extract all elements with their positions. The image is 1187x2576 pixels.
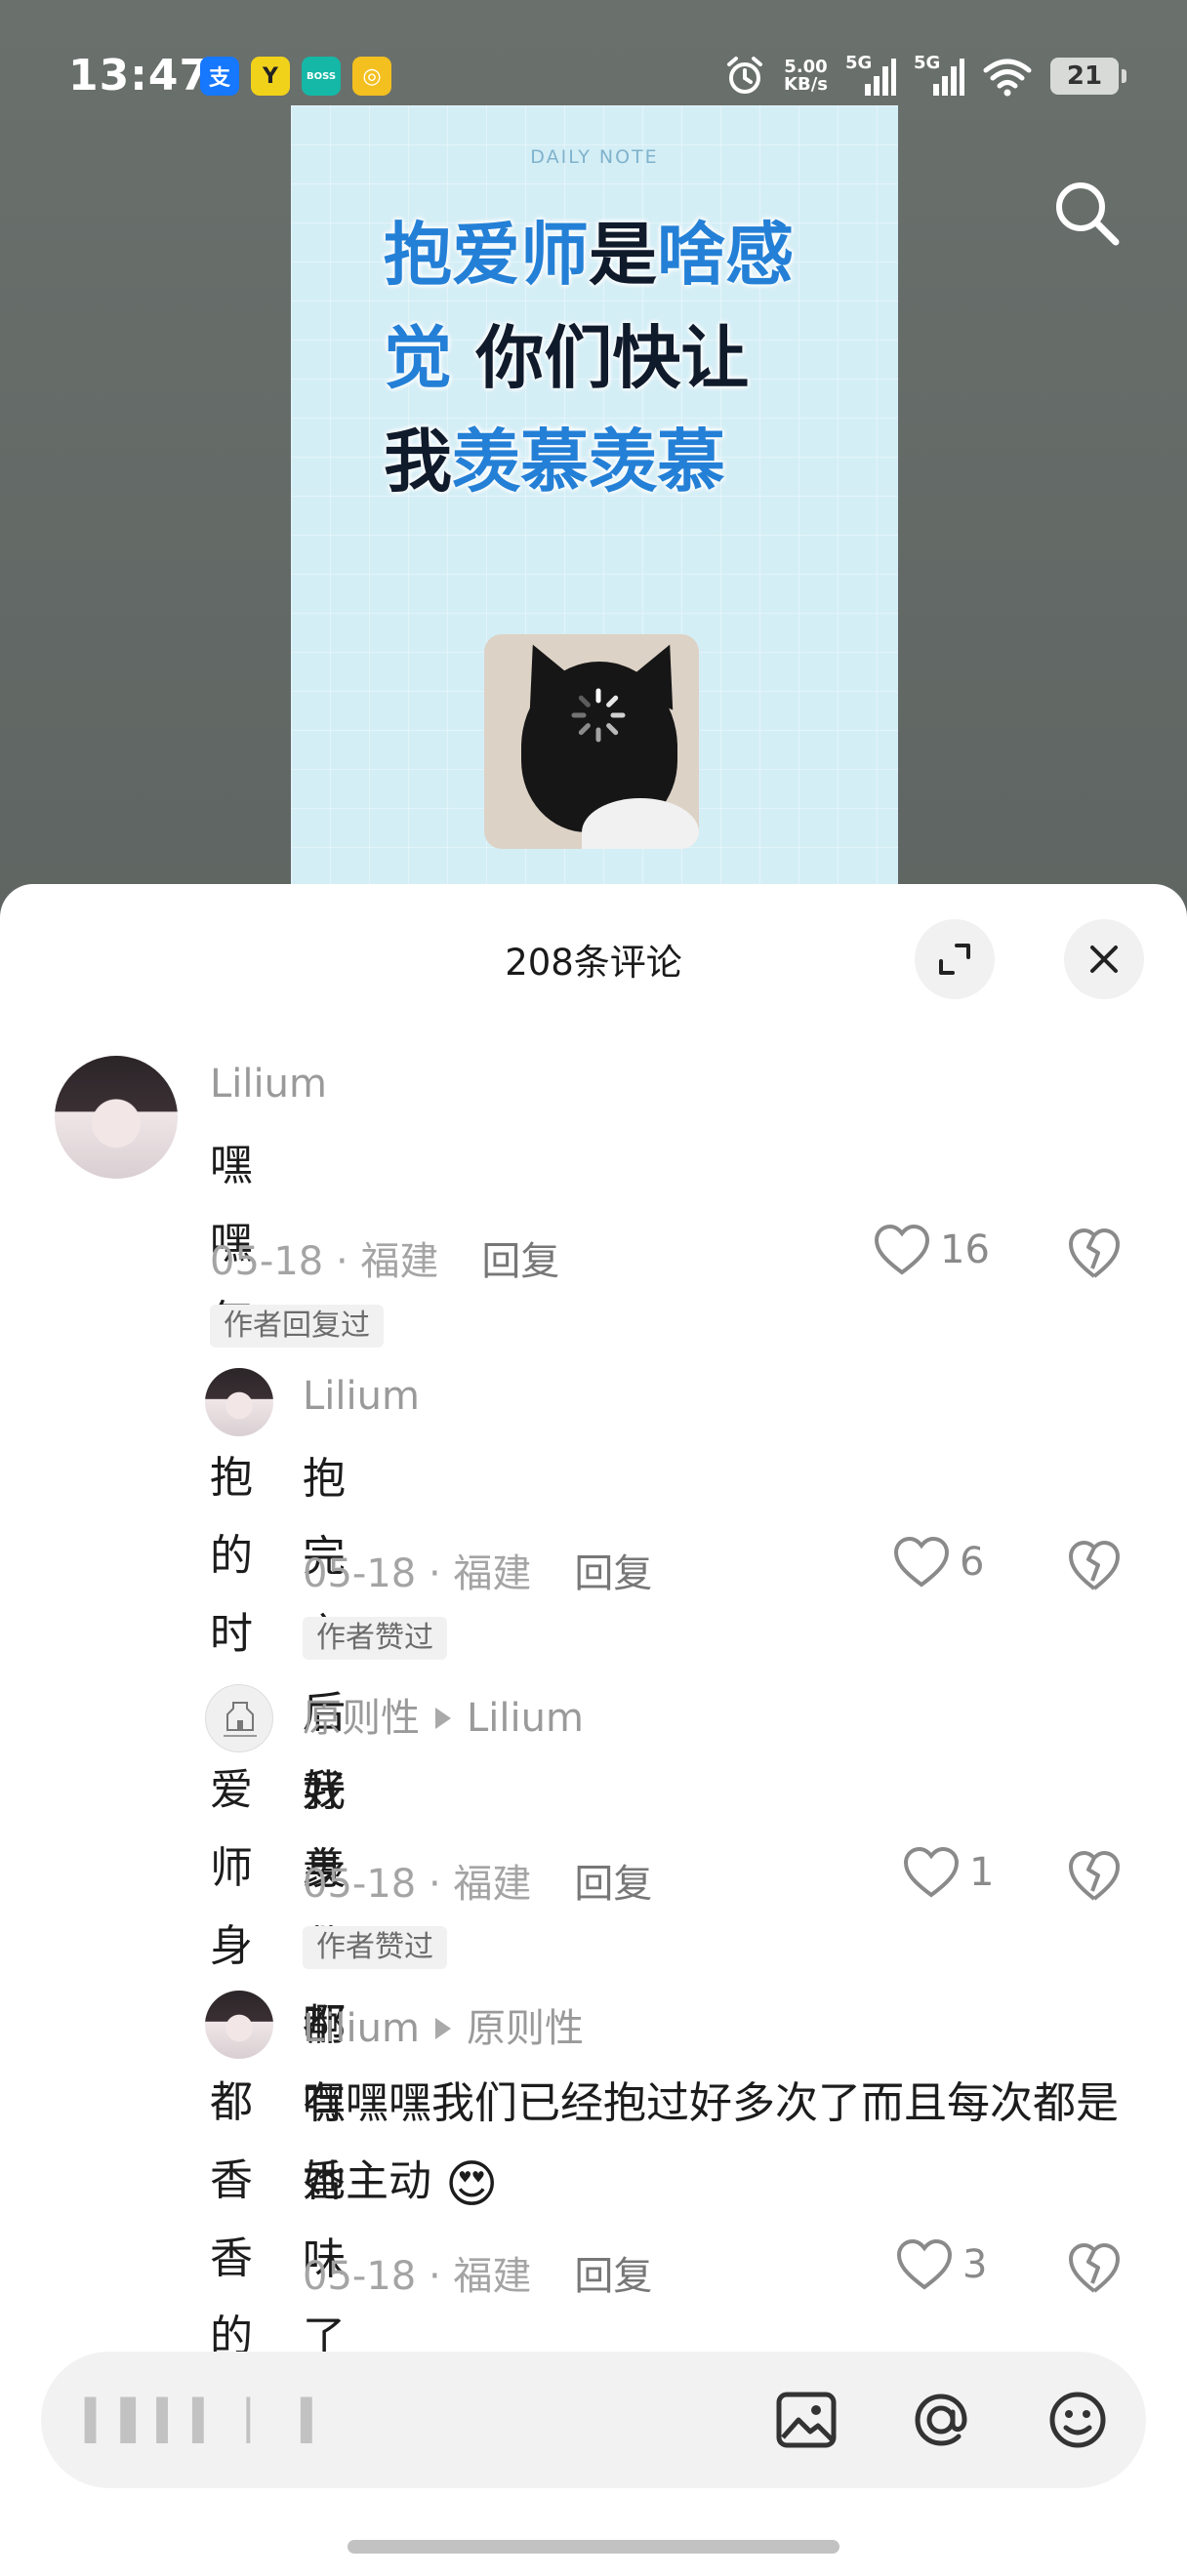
like-button[interactable]: 6 [893,1536,984,1589]
heart-icon [896,2238,953,2290]
network-speed-unit: KB/s [784,74,828,95]
status-bar: 13:47 支 Y BOSS ◎ 5.00 KB/s 5G 5G 21 [0,0,1187,107]
avatar[interactable] [205,1368,273,1436]
dislike-icon[interactable] [1067,1538,1122,1592]
comment-date: 05-18 [303,1862,417,1907]
comment-text[interactable]: 嘿嘿嘿我们已经抱过好多次了而且每次都是她主动 😍 [303,2065,1142,2224]
author-name[interactable]: Lilium [303,1374,420,1419]
status-app-icons: 支 Y BOSS ◎ [200,57,391,96]
avatar[interactable] [205,1991,273,2059]
comment-input-placeholder[interactable]: ▍▌▍▍ ▏ ▍ [85,2398,337,2443]
expand-button[interactable] [915,919,995,999]
author-name[interactable]: 原则性 [303,1696,420,1741]
post-image[interactable]: DAILY NOTE 抱爱师是啥感觉 你们快让我羡慕羡慕 [291,105,898,886]
reply-button[interactable]: 回复 [574,1551,652,1596]
like-count: 3 [962,2242,988,2287]
post-title: 抱爱师是啥感觉 你们快让我羡慕羡慕 [384,203,803,513]
reply-button[interactable]: 回复 [481,1239,559,1284]
signal-5g-icon: 5G [845,53,896,98]
author-replied-tag: 作者回复过 [210,1305,384,1348]
reply-to-name[interactable]: Lilium [467,1696,584,1741]
heart-icon [903,1846,960,1898]
heart-icon [874,1224,930,1275]
comment-location: 福建 [453,2254,532,2299]
like-count: 6 [960,1540,985,1585]
reply-button[interactable]: 回复 [574,2254,652,2299]
expand-icon [939,944,970,975]
comments-count-title: 208条评论 [505,942,682,984]
castle-logo-icon [224,1702,257,1737]
dislike-icon[interactable] [1067,1226,1122,1280]
comment-date: 05-18 [303,2254,417,2299]
like-button[interactable]: 3 [896,2238,987,2291]
signal-5g-icon: 5G [914,53,964,98]
author-name[interactable]: Lilium [210,1062,327,1107]
mention-icon[interactable] [906,2385,976,2455]
battery-icon: 21 [1050,58,1126,95]
post-title-part: 是 [589,215,657,295]
search-icon[interactable] [1049,176,1124,250]
home-indicator[interactable] [348,2540,839,2554]
comment-location: 福建 [453,1551,532,1596]
author-liked-tag: 作者赞过 [303,1926,447,1969]
cat-meme-image [484,634,699,849]
loading-spinner-icon [571,688,626,743]
avatar[interactable] [55,1056,178,1179]
alarm-icon [727,57,763,94]
comment-meta: 05-18 · 福建 回复 [303,1862,653,1907]
image-icon[interactable] [771,2385,841,2455]
author-name[interactable]: Lilium [303,2006,420,2051]
comment-location: 福建 [360,1239,439,1284]
status-indicators: 5.00 KB/s 5G 5G 21 [723,53,1126,98]
avatar[interactable] [205,1684,273,1752]
emoji-icon[interactable] [1043,2385,1113,2455]
status-time: 13:47 [68,51,211,101]
post-title-part: 羡慕羡慕 [452,422,725,502]
network-speed: 5.00 KB/s [784,59,828,94]
close-icon [1090,946,1118,973]
comment-date: 05-18 [210,1239,324,1284]
comment-meta: 05-18 · 福建 回复 [303,1551,653,1596]
alipay-icon: 支 [200,57,239,96]
like-button[interactable]: 16 [874,1224,990,1276]
comment-author[interactable]: 原则性 Lilium [303,1686,584,1743]
comment-author[interactable]: Lilium [210,1062,327,1107]
boss-zhipin-icon: BOSS [302,57,341,96]
reply-arrow-icon [434,2018,451,2039]
wifi-icon [983,59,1032,97]
post-label: DAILY NOTE [530,146,659,168]
post-title-part: 抱爱师 [384,215,589,295]
reply-to-name[interactable]: 原则性 [467,2006,584,2051]
like-button[interactable]: 1 [903,1846,994,1899]
like-count: 16 [940,1228,990,1272]
heart-eyes-emoji: 😍 [445,2155,499,2214]
comment-text-content: 嘿嘿嘿我们已经抱过好多次了而且每次都是她主动 [303,2078,1119,2206]
heart-icon [893,1536,950,1588]
dislike-icon[interactable] [1067,2240,1122,2295]
reply-button[interactable]: 回复 [574,1862,652,1907]
reply-arrow-icon [435,1708,451,1729]
author-liked-tag: 作者赞过 [303,1617,447,1660]
comment-input-bar[interactable]: ▍▌▍▍ ▏ ▍ [41,2352,1146,2488]
comment-date: 05-18 [303,1551,417,1596]
signal-label: 5G [845,53,873,73]
comments-sheet: 208条评论 [0,884,1187,2576]
dislike-icon[interactable] [1067,1848,1122,1903]
gold-app-icon: ◎ [352,57,391,96]
comment-location: 福建 [453,1862,532,1907]
close-button[interactable] [1064,919,1144,999]
comment-meta: 05-18 · 福建 回复 [303,2254,653,2299]
app-y-icon: Y [251,57,290,96]
like-count: 1 [969,1850,995,1895]
comment-meta: 05-18 · 福建 回复 [210,1239,560,1284]
comment-author[interactable]: Lilium [303,1374,420,1419]
signal-label: 5G [914,53,941,73]
comment-author[interactable]: Lilium 原则性 [303,1996,584,2053]
